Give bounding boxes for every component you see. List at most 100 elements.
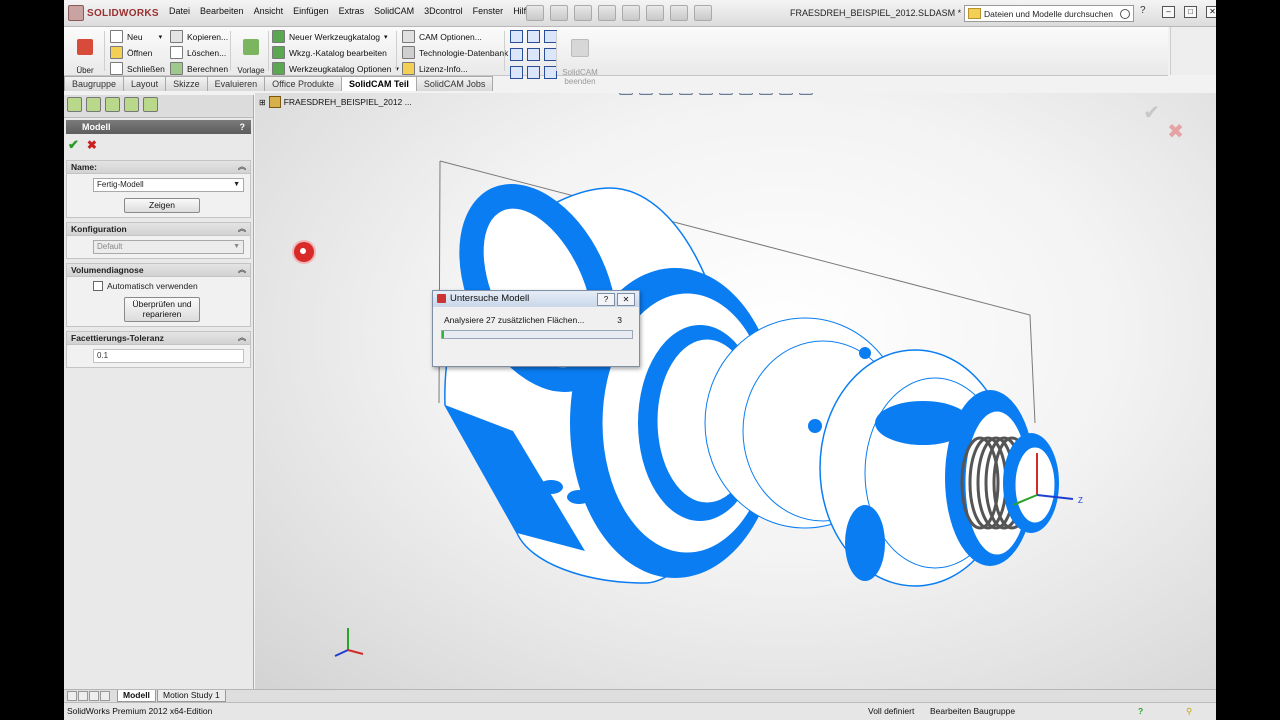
apply-scene-icon[interactable] [779, 93, 793, 95]
tool-icon[interactable] [510, 48, 523, 61]
facet-tolerance-input[interactable]: 0.1 [93, 349, 244, 363]
confirm-ok-icon[interactable]: ✔ [1143, 100, 1160, 125]
schliessen-button[interactable]: Schließen [110, 62, 165, 75]
ok-button[interactable]: ✔ [68, 137, 79, 153]
property-manager-icon[interactable] [86, 97, 101, 112]
tab-evaluieren[interactable]: Evaluieren [206, 76, 266, 91]
menu-bearbeiten[interactable]: Bearbeiten [195, 6, 249, 16]
view-settings-icon[interactable] [799, 93, 813, 95]
previous-view-icon[interactable] [659, 93, 673, 95]
dialog-help-button[interactable]: ? [597, 293, 615, 306]
tool-icon[interactable] [510, 30, 523, 43]
offnen-button[interactable]: Öffnen [110, 46, 152, 59]
checkbox-icon[interactable] [93, 281, 103, 291]
tab-layout[interactable]: Layout [123, 76, 167, 91]
tool-icon[interactable] [527, 66, 540, 79]
search-box[interactable]: Dateien und Modelle durchsuchen [964, 5, 1134, 22]
neu-button[interactable]: Neu ▾ [110, 30, 162, 43]
dimxpert-icon[interactable] [124, 97, 139, 112]
tool-icon[interactable] [527, 30, 540, 43]
close-icon[interactable]: ✕ [1206, 6, 1216, 18]
progress-fill [442, 331, 444, 338]
collapse-icon[interactable]: ︽ [238, 264, 246, 276]
facet-group-header[interactable]: Facettierungs-Toleranz ︽ [67, 332, 250, 345]
minimize-icon[interactable]: – [1162, 6, 1175, 18]
solidcam-beenden-button[interactable]: SolidCAM beenden [560, 30, 600, 86]
zeigen-button[interactable]: Zeigen [124, 198, 200, 213]
graphics-area[interactable]: ⊞ FRAESDREH_BEISPIEL_2012 ... Z ✔ ✖ [255, 93, 1216, 690]
chevron-down-icon[interactable]: ▾ [384, 33, 388, 41]
tab-baugruppe[interactable]: Baugruppe [64, 76, 125, 91]
tab-solidcam-teil[interactable]: SolidCAM Teil [341, 76, 417, 91]
cam-optionen-button[interactable]: CAM Optionen... [402, 30, 482, 43]
print-icon[interactable] [598, 5, 616, 21]
quick-tips-icon[interactable]: ⚲ [1186, 703, 1192, 719]
display-style-icon[interactable] [719, 93, 733, 95]
kopieren-button[interactable]: Kopieren... [170, 30, 228, 43]
fraesdreh-model[interactable] [428, 159, 1059, 587]
tool-icon[interactable] [527, 48, 540, 61]
volume-group-header[interactable]: Volumendiagnose ︽ [67, 264, 250, 277]
zoom-area-icon[interactable] [639, 93, 653, 95]
menu-datei[interactable]: Datei [164, 6, 195, 16]
volume-group-body: Automatisch verwenden Überprüfen und rep… [67, 277, 250, 326]
edit-appearance-icon[interactable] [759, 93, 773, 95]
first-tab-icon[interactable] [67, 691, 77, 701]
menu-extras[interactable]: Extras [334, 6, 370, 16]
tab-modell[interactable]: Modell [117, 690, 156, 702]
help-status-icon[interactable]: ? [1138, 703, 1143, 719]
confirm-cancel-icon[interactable]: ✖ [1167, 119, 1184, 144]
undo-icon[interactable] [622, 5, 640, 21]
tab-skizze[interactable]: Skizze [165, 76, 208, 91]
cancel-button[interactable]: ✖ [87, 138, 97, 152]
search-icon[interactable] [1120, 8, 1130, 19]
prev-tab-icon[interactable] [78, 691, 88, 701]
next-tab-icon[interactable] [89, 691, 99, 701]
technologie-datenbank-button[interactable]: Technologie-Datenbank [402, 46, 508, 59]
menu-3dcontrol[interactable]: 3Dcontrol [419, 6, 468, 16]
menu-solidcam[interactable]: SolidCAM [369, 6, 419, 16]
neu-label: Neu [127, 31, 143, 42]
lizenz-info-button[interactable]: Lizenz-Info... [402, 62, 468, 75]
check-repair-button[interactable]: Überprüfen und reparieren [124, 297, 200, 322]
save-icon[interactable] [574, 5, 592, 21]
zoom-to-fit-icon[interactable] [619, 93, 633, 95]
tab-motion-study-1[interactable]: Motion Study 1 [157, 690, 226, 702]
katalog-bearbeiten-button[interactable]: Wkzg.-Katalog bearbeiten [272, 46, 387, 59]
chevron-down-icon[interactable]: ▾ [159, 33, 163, 41]
rebuild-icon[interactable] [670, 5, 688, 21]
dialog-close-button[interactable]: ✕ [617, 293, 635, 306]
neuer-werkzeugkatalog-button[interactable]: Neuer Werkzeugkatalog ▾ [272, 30, 388, 43]
open-icon[interactable] [550, 5, 568, 21]
configuration-icon[interactable] [105, 97, 120, 112]
options-icon[interactable] [694, 5, 712, 21]
collapse-icon[interactable]: ︽ [238, 332, 246, 344]
collapse-icon[interactable]: ︽ [238, 223, 246, 235]
maximize-icon[interactable]: □ [1184, 6, 1197, 18]
name-select[interactable]: Fertig-Modell ▼ [93, 178, 244, 192]
katalog-optionen-button[interactable]: Werkzeugkatalog Optionen ▾ [272, 62, 399, 75]
berechnen-button[interactable]: Berechnen [170, 62, 228, 75]
tab-office-produkte[interactable]: Office Produkte [264, 76, 342, 91]
help-icon[interactable]: ? [1140, 5, 1146, 16]
loschen-button[interactable]: Löschen... [170, 46, 226, 59]
collapse-icon[interactable]: ︽ [238, 161, 246, 173]
feature-tree-icon[interactable] [67, 97, 82, 112]
tool-icon[interactable] [510, 66, 523, 79]
display-icon[interactable] [143, 97, 158, 112]
view-orientation-icon[interactable] [699, 93, 713, 95]
select-icon[interactable] [646, 5, 664, 21]
menu-ansicht[interactable]: Ansicht [249, 6, 289, 16]
help-icon[interactable]: ? [240, 120, 246, 134]
hide-show-icon[interactable] [739, 93, 753, 95]
last-tab-icon[interactable] [100, 691, 110, 701]
tab-solidcam-jobs[interactable]: SolidCAM Jobs [415, 76, 494, 91]
new-document-icon[interactable] [526, 5, 544, 21]
section-view-icon[interactable] [679, 93, 693, 95]
auto-use-checkbox[interactable]: Automatisch verwenden [93, 281, 244, 291]
config-group-header[interactable]: Konfiguration ︽ [67, 223, 250, 236]
app-logo[interactable]: SOLIDWORKS [68, 5, 159, 21]
menu-einfuegen[interactable]: Einfügen [288, 6, 334, 16]
menu-fenster[interactable]: Fenster [468, 6, 509, 16]
name-group-header[interactable]: Name: ︽ [67, 161, 250, 174]
